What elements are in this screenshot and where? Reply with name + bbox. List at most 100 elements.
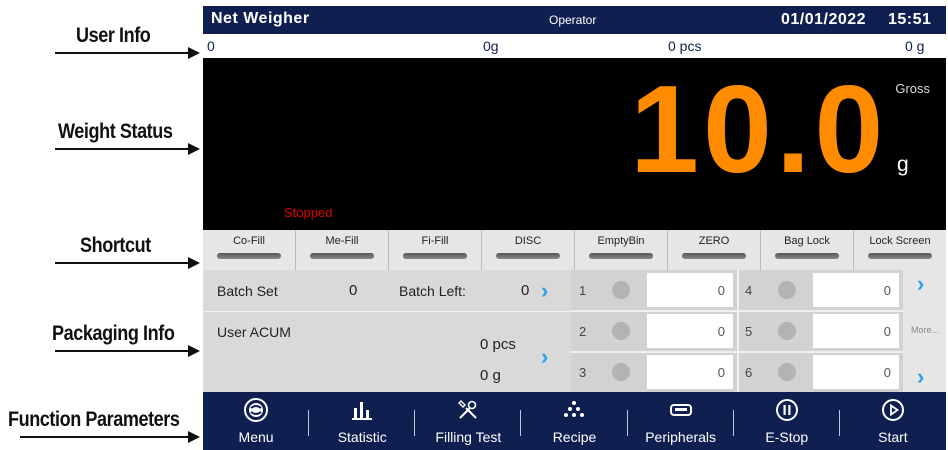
shortcut-indicator (589, 253, 653, 259)
shortcut-indicator (496, 253, 560, 259)
tools-icon (458, 400, 478, 419)
grid-divider (571, 351, 903, 353)
batch-row: Batch Set 0 Batch Left: 0 › (203, 270, 571, 312)
shortcut-label: EmptyBin (597, 235, 645, 247)
start-button[interactable]: Start (840, 392, 946, 450)
head-status-dot-icon (612, 281, 630, 299)
time-display: 15:51 (888, 11, 932, 28)
head-number: 3 (579, 365, 587, 380)
shortcut-label: Lock Screen (869, 235, 931, 247)
arrow-right-icon (188, 431, 200, 443)
filling-test-label: Filling Test (435, 429, 502, 445)
head-value: 0 (717, 283, 725, 298)
statistic-button[interactable]: Statistic (309, 392, 416, 450)
head-status-dot-icon (612, 363, 630, 381)
user-acum-label: User ACUM (217, 324, 291, 340)
arrow-right-icon (188, 257, 200, 269)
recipe-label: Recipe (552, 429, 597, 445)
e-stop-button[interactable]: E-Stop (734, 392, 840, 450)
shortcut-bar: Co-Fill Me-Fill Fi-Fill DISC EmptyBin ZE… (203, 230, 946, 270)
user-count: 0 pcs (668, 38, 702, 54)
shortcut-label: Co-Fill (233, 235, 265, 247)
shortcut-indicator (403, 253, 467, 259)
head-cell[interactable]: 1 0 (571, 270, 737, 310)
annotation-arrow-line (55, 52, 190, 54)
chevron-right-icon[interactable]: › (541, 280, 548, 302)
weight-mode: Gross (895, 81, 930, 96)
annotation-user-info: User Info (0, 24, 205, 64)
head-value: 0 (717, 324, 725, 339)
arrow-right-icon (188, 47, 200, 59)
annotation-arrow-line (55, 350, 190, 352)
shortcut-fi-fill[interactable]: Fi-Fill (389, 230, 482, 270)
user-weight: 0g (483, 38, 499, 54)
page: User Info Weight Status Shortcut Packagi… (0, 0, 948, 450)
shortcut-bag-lock[interactable]: Bag Lock (761, 230, 854, 270)
annotation-arrow-line (55, 262, 190, 264)
head-cell[interactable]: 3 0 (571, 352, 737, 392)
shortcut-empty-bin[interactable]: EmptyBin (575, 230, 668, 270)
acum-pcs: 0 pcs (480, 336, 516, 353)
weight-value: 10.0 (630, 61, 888, 199)
user-total: 0 g (905, 38, 925, 54)
shortcut-disc[interactable]: DISC (482, 230, 575, 270)
more-link[interactable]: More... (911, 325, 939, 335)
app-title: Net Weigher (211, 10, 310, 27)
shortcut-indicator (682, 253, 746, 259)
pause-circle-icon (775, 399, 798, 421)
head-value: 0 (883, 324, 891, 339)
shortcut-label: ZERO (698, 235, 730, 247)
shortcut-me-fill[interactable]: Me-Fill (296, 230, 389, 270)
menu-label: Menu (238, 429, 274, 445)
head-value: 0 (883, 365, 891, 380)
grid-divider (737, 270, 739, 392)
batch-panel: Batch Set 0 Batch Left: 0 › User ACUM 0 … (203, 270, 571, 392)
function-bar: Menu Statistic Filling Test Recipe Perip… (203, 392, 946, 450)
shortcut-lock-screen[interactable]: Lock Screen (854, 230, 946, 270)
menu-button[interactable]: Menu (203, 392, 310, 450)
annotation-packaging-info: Packaging Info (0, 322, 205, 362)
filling-test-button[interactable]: Filling Test (415, 392, 522, 450)
head-status-dot-icon (612, 322, 630, 340)
chevron-right-icon[interactable]: › (541, 346, 548, 368)
recipe-button[interactable]: Recipe (521, 392, 628, 450)
shortcut-indicator (217, 253, 281, 259)
statistic-label: Statistic (337, 429, 387, 445)
head-cell[interactable]: 5 0 (737, 311, 903, 351)
shortcut-co-fill[interactable]: Co-Fill (203, 230, 296, 270)
annotation-label: User Info (76, 24, 151, 47)
head-number: 4 (745, 283, 753, 298)
arrow-right-icon (188, 345, 200, 357)
bar-chart-icon (352, 402, 373, 420)
shortcut-zero[interactable]: ZERO (668, 230, 761, 270)
head-value-box: 0 (647, 314, 733, 348)
shortcut-label: DISC (514, 235, 542, 247)
play-circle-icon (881, 399, 904, 421)
arrow-right-icon (188, 143, 200, 155)
peripherals-button[interactable]: Peripherals (628, 392, 734, 450)
head-cell[interactable]: 6 0 (737, 352, 903, 392)
annotation-label: Weight Status (58, 120, 173, 143)
annotation-label: Function Parameters (8, 408, 180, 431)
annotation-function-parameters: Function Parameters (0, 408, 205, 448)
chevron-right-icon[interactable]: › (917, 366, 924, 388)
shortcut-indicator (310, 253, 374, 259)
annotation-arrow-line (55, 148, 190, 150)
head-number: 2 (579, 324, 587, 339)
batch-set-value[interactable]: 0 (349, 282, 357, 299)
shortcut-label: Me-Fill (325, 235, 359, 247)
head-cell[interactable]: 2 0 (571, 311, 737, 351)
head-value: 0 (883, 283, 891, 298)
head-value-box: 0 (813, 314, 899, 348)
head-status-grid: 1 0 2 0 3 0 4 0 5 0 6 0 (571, 270, 903, 392)
e-stop-label: E-Stop (765, 429, 809, 445)
shortcut-indicator (868, 253, 932, 259)
annotation-shortcut: Shortcut (0, 234, 205, 274)
title-bar: Net Weigher Operator 01/01/2022 15:51 (203, 6, 946, 34)
head-cell[interactable]: 4 0 (737, 270, 903, 310)
weigher-screen: Net Weigher Operator 01/01/2022 15:51 0 … (203, 6, 946, 450)
chevron-right-icon[interactable]: › (917, 273, 924, 295)
more-panel[interactable]: › More... › (903, 270, 946, 392)
date-display: 01/01/2022 (781, 11, 867, 28)
head-status-dot-icon (778, 363, 796, 381)
